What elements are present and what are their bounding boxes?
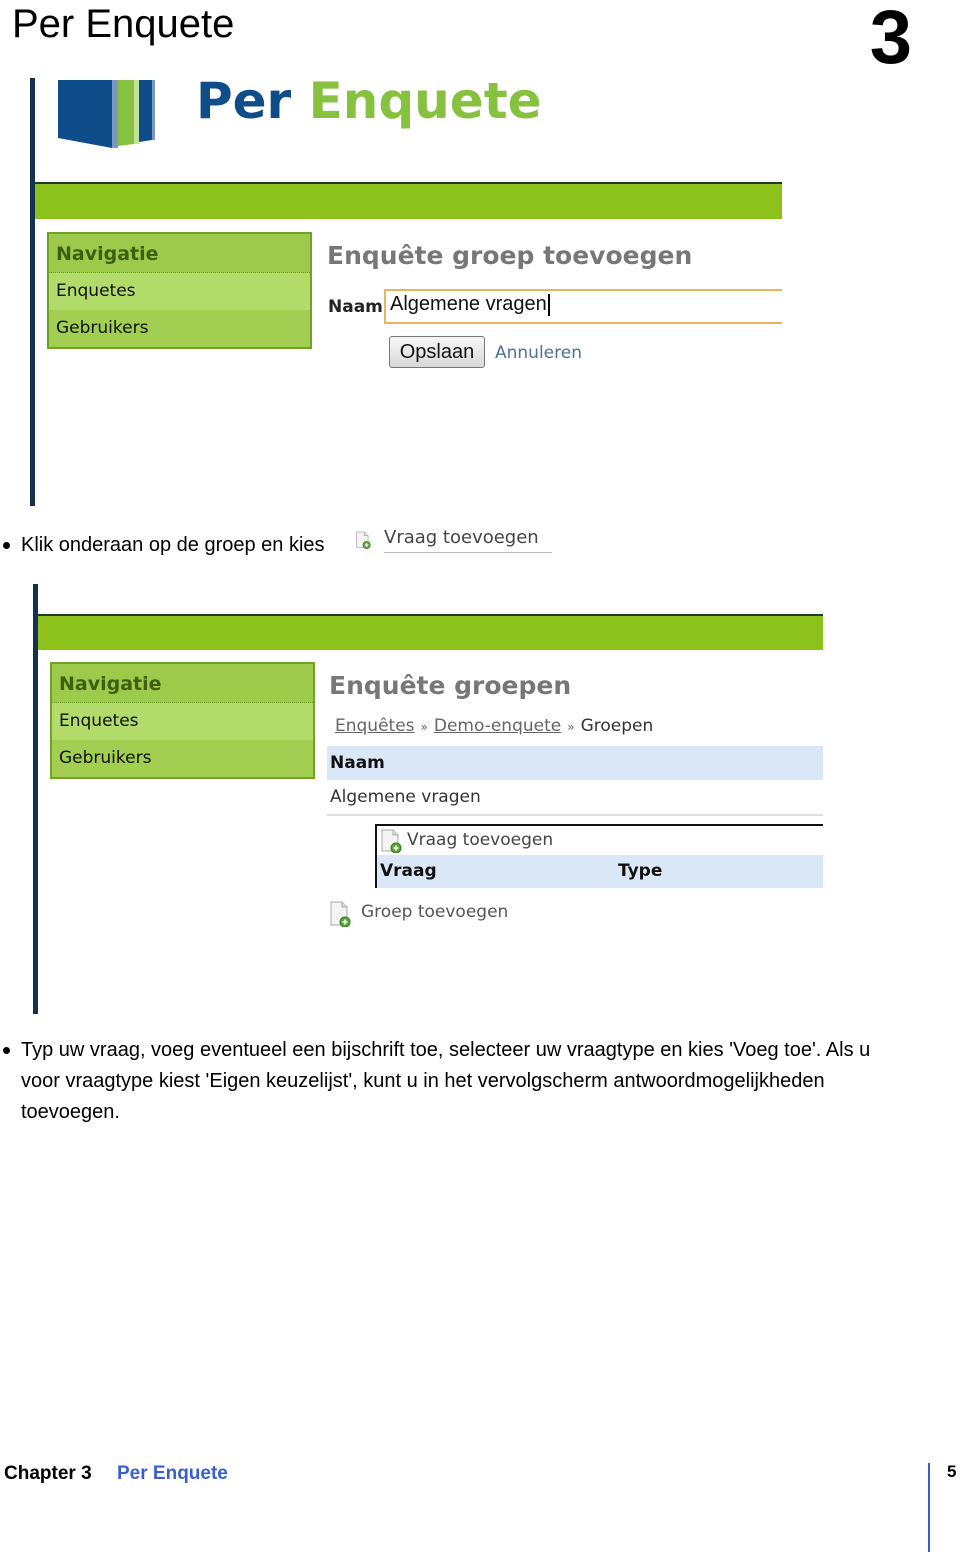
navigation-panel: Navigatie Enquetes Gebruikers [50, 662, 315, 779]
nav-item-enquetes[interactable]: Enquetes [52, 703, 313, 740]
logo-wordmark: Per Enquete [196, 72, 542, 130]
subtable-header: Vraag Type [377, 855, 823, 888]
screenshot-groups: Navigatie Enquetes Gebruikers Enquête gr… [33, 584, 823, 1014]
instruction-line: Typ uw vraag, voeg eventueel een bijschr… [21, 1039, 871, 1061]
add-document-icon [381, 829, 402, 853]
table-header-naam: Naam [327, 746, 823, 780]
frame-left-bar [30, 78, 35, 506]
page-heading: Enquête groepen [329, 671, 572, 700]
table-row[interactable]: Algemene vragen [327, 782, 823, 816]
book-logo-icon [58, 80, 155, 148]
column-vraag: Vraag [380, 861, 437, 881]
nav-item-enquetes[interactable]: Enquetes [49, 273, 310, 310]
add-document-icon [330, 901, 351, 927]
green-menu-bar [35, 184, 782, 219]
nav-heading: Navigatie [52, 664, 313, 703]
breadcrumb-demo-enquete[interactable]: Demo-enquete [434, 716, 561, 736]
navigation-panel: Navigatie Enquetes Gebruikers [47, 232, 312, 349]
instruction-line: toevoegen. [21, 1101, 120, 1123]
save-button[interactable]: Opslaan [389, 336, 485, 368]
breadcrumb-separator: » [420, 720, 428, 734]
green-menu-bar [38, 616, 823, 650]
column-type: Type [618, 861, 663, 881]
logo-text-per: Per [196, 72, 292, 130]
nav-heading: Navigatie [49, 234, 310, 273]
name-input-value: Algemene vragen [390, 293, 547, 315]
footer-divider [928, 1463, 930, 1552]
vraag-toevoegen-label: Vraag toevoegen [407, 830, 554, 850]
add-document-icon [356, 531, 371, 550]
vraag-toevoegen-inline-button: Vraag toevoegen [384, 527, 552, 553]
nav-item-gebruikers[interactable]: Gebruikers [49, 310, 310, 347]
breadcrumb-groepen: Groepen [580, 716, 654, 736]
breadcrumb-enquetes[interactable]: Enquêtes [335, 716, 415, 736]
form-heading: Enquête groep toevoegen [327, 241, 693, 270]
groep-toevoegen-label: Groep toevoegen [361, 902, 509, 922]
breadcrumb-separator: » [567, 720, 575, 734]
questions-subtable: Vraag toevoegen Vraag Type [375, 824, 823, 888]
text-caret [547, 293, 550, 316]
instruction-text-1: Klik onderaan op de groep en kies [21, 534, 325, 556]
bullet-marker [3, 542, 10, 549]
screenshot-add-group: Per Enquete Navigatie Enquetes Gebruiker… [30, 72, 782, 506]
bullet-marker [3, 1047, 10, 1054]
page-title: Per Enquete [12, 2, 235, 46]
logo-text-enquete: Enquete [308, 72, 542, 130]
chapter-number: 3 [869, 0, 912, 80]
breadcrumb: Enquêtes » Demo-enquete » Groepen [335, 716, 653, 736]
instruction-text-2: Typ uw vraag, voeg eventueel een bijschr… [21, 1035, 956, 1128]
footer-chapter: Chapter 3 [4, 1463, 92, 1484]
cancel-link[interactable]: Annuleren [495, 343, 582, 363]
footer-title: Per Enquete [117, 1463, 228, 1484]
page-number: 5 [947, 1462, 957, 1481]
groep-toevoegen-button[interactable]: Groep toevoegen [329, 900, 519, 928]
nav-item-gebruikers[interactable]: Gebruikers [52, 740, 313, 777]
name-input[interactable]: Algemene vragen [384, 289, 782, 324]
name-label: Naam: [328, 297, 390, 317]
vraag-toevoegen-button[interactable]: Vraag toevoegen [377, 826, 823, 855]
instruction-line: voor vraagtype kiest 'Eigen keuzelijst',… [21, 1070, 825, 1092]
